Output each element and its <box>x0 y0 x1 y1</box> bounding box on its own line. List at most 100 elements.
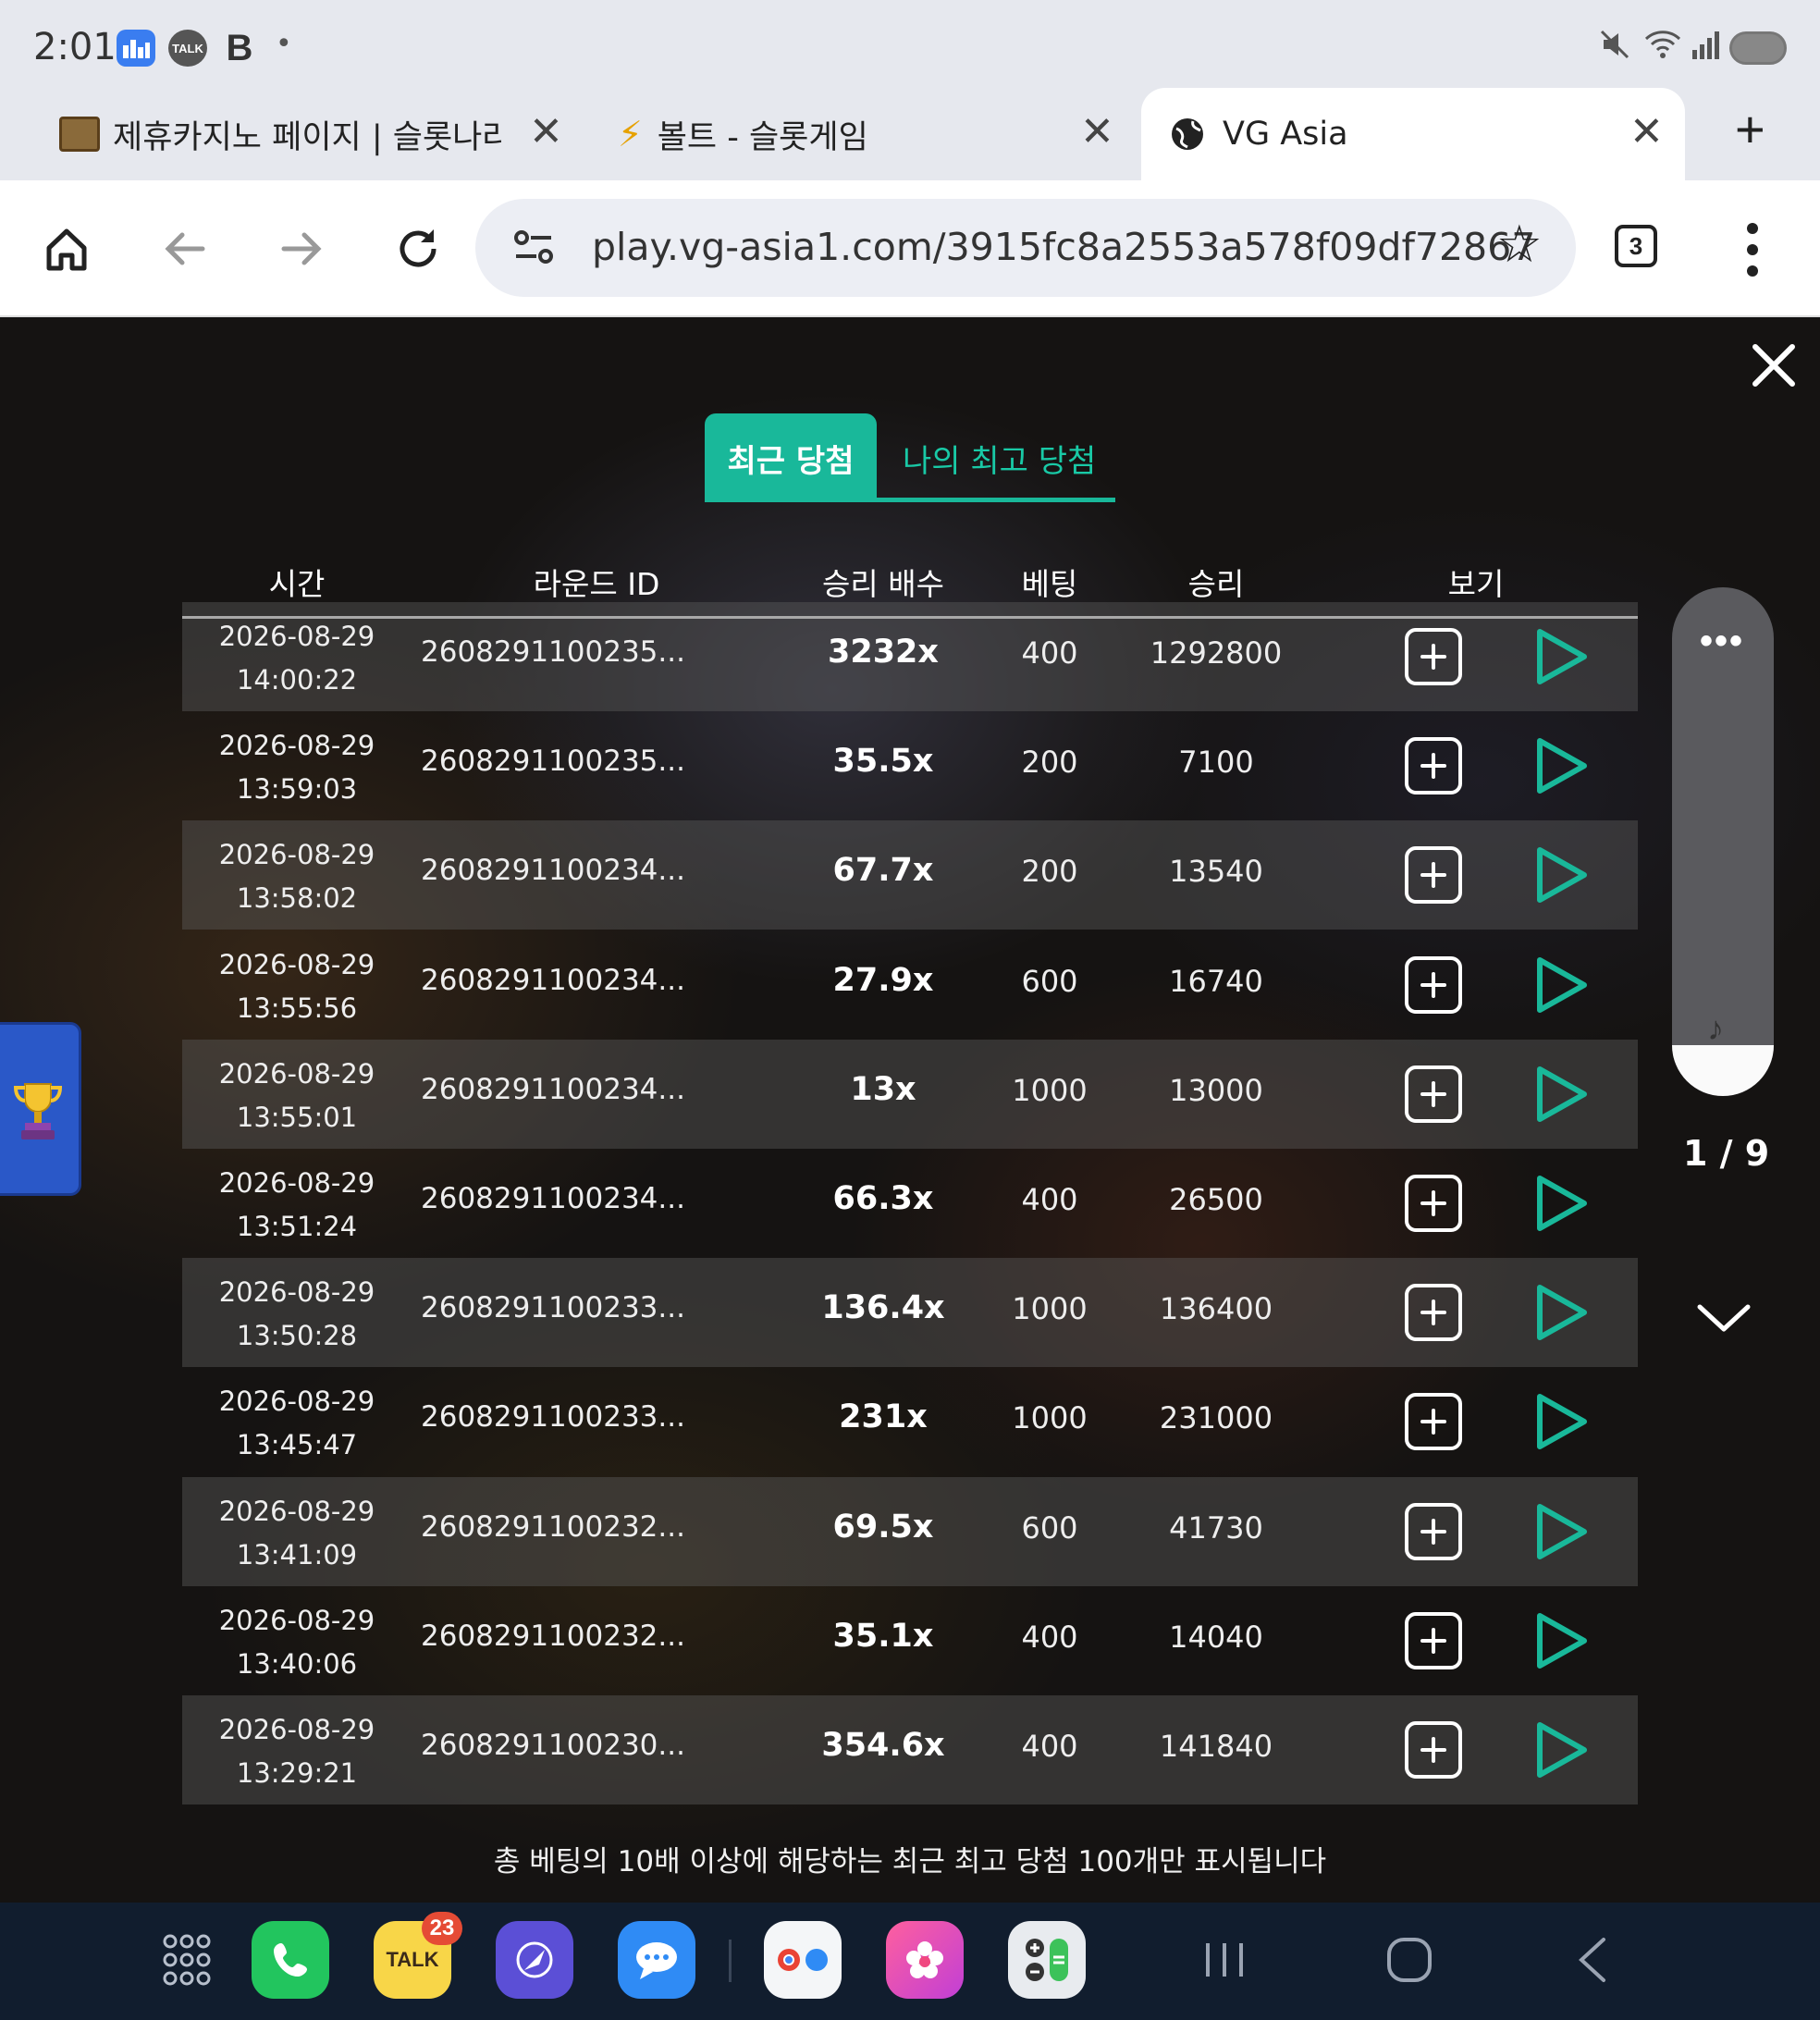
add-detail-icon[interactable] <box>1405 956 1462 1014</box>
cell-multiplier: 354.6x <box>821 1727 945 1764</box>
music-note-icon[interactable]: ♪ <box>1707 1009 1724 1048</box>
cell-date-line: 2026-08-29 <box>218 1276 375 1308</box>
add-detail-icon[interactable] <box>1405 1503 1462 1560</box>
more-notifications-dot: • <box>276 28 292 60</box>
back-button-icon[interactable] <box>1567 1930 1622 1989</box>
browser-tab-vg-asia[interactable]: VG Asia ✕ <box>1141 88 1685 180</box>
header-round-id: 라운드 ID <box>533 566 660 602</box>
app-drawer-icon[interactable] <box>163 1934 211 1986</box>
messages-app-icon[interactable] <box>618 1921 695 1999</box>
address-bar[interactable]: play.vg-asia1.com/3915fc8a2553a578f09df7… <box>475 199 1576 297</box>
chevron-down-icon[interactable] <box>1694 1299 1753 1336</box>
chrome-multitask-icon[interactable] <box>764 1921 842 1999</box>
close-tab-icon[interactable]: ✕ <box>529 108 563 155</box>
cell-date-line: 2026-08-29 <box>218 1386 375 1417</box>
slot-machine-icon <box>59 117 100 152</box>
browser-app-icon[interactable] <box>496 1921 573 1999</box>
tab-recent-wins[interactable]: 최근 당첨 <box>705 413 877 502</box>
close-tab-icon[interactable]: ✕ <box>1080 108 1114 155</box>
play-replay-icon[interactable] <box>1532 1282 1590 1343</box>
tab-count: 3 <box>1629 231 1643 260</box>
trophy-side-button[interactable] <box>0 1022 81 1196</box>
play-replay-icon[interactable] <box>1532 844 1590 905</box>
play-replay-icon[interactable] <box>1532 735 1590 796</box>
b-app-icon: B <box>220 28 259 68</box>
cell-time-line: 14:00:22 <box>236 664 358 696</box>
cell-multiplier: 3232x <box>828 634 939 671</box>
dock-separator <box>729 1940 732 1982</box>
cell-time-line: 13:45:47 <box>236 1429 358 1460</box>
home-icon[interactable] <box>33 216 100 282</box>
phone-app-icon[interactable] <box>252 1921 329 1999</box>
side-scroll-panel[interactable]: ••• ♪ <box>1672 587 1774 1096</box>
header-bet: 베팅 <box>1021 566 1078 602</box>
play-replay-icon[interactable] <box>1532 1391 1590 1452</box>
cell-date-line: 2026-08-29 <box>218 730 375 761</box>
browser-tab-bolt[interactable]: ⚡ 볼트 - 슬롯게임 ✕ <box>618 88 1117 180</box>
add-detail-icon[interactable] <box>1405 1612 1462 1669</box>
browser-toolbar: play.vg-asia1.com/3915fc8a2553a578f09df7… <box>0 180 1820 317</box>
cell-win: 136400 <box>1159 1291 1273 1326</box>
cell-date-line: 2026-08-29 <box>218 1714 375 1745</box>
play-replay-icon[interactable] <box>1532 1064 1590 1125</box>
mute-icon <box>1598 28 1631 68</box>
close-icon[interactable] <box>1744 336 1803 395</box>
calculator-app-icon[interactable] <box>1008 1921 1086 1999</box>
cell-win: 16740 <box>1169 964 1263 999</box>
table-row: 2026-08-29 13:58:02 2608291100234... 67.7x 2… <box>182 820 1638 930</box>
cell-time: 2026-08-29 13:59:03 <box>219 724 375 811</box>
add-detail-icon[interactable] <box>1405 846 1462 904</box>
tab-switcher-button[interactable]: 3 <box>1615 225 1657 267</box>
forward-arrow-icon[interactable] <box>268 216 335 282</box>
more-options-icon[interactable]: ••• <box>1700 621 1744 662</box>
browser-tab-slotnara[interactable]: 제휴카지노 페이지 | 슬롯나라 - ✕ <box>59 88 577 180</box>
play-replay-icon[interactable] <box>1532 1610 1590 1671</box>
cell-date-line: 2026-08-29 <box>218 1058 375 1090</box>
add-detail-icon[interactable] <box>1405 1175 1462 1232</box>
cell-round-id: 2608291100233... <box>421 1400 685 1434</box>
kakaotalk-label: TALK <box>386 1948 439 1971</box>
gallery-app-icon[interactable] <box>886 1921 964 1999</box>
add-detail-icon[interactable] <box>1405 737 1462 794</box>
cell-multiplier: 35.5x <box>832 743 934 780</box>
browser-menu-icon[interactable] <box>1739 217 1766 282</box>
kakaotalk-notification-icon: TALK <box>168 30 207 67</box>
cell-time-line: 13:29:21 <box>236 1757 358 1789</box>
play-replay-icon[interactable] <box>1532 1501 1590 1562</box>
cell-multiplier: 27.9x <box>832 962 934 999</box>
home-button-icon[interactable] <box>1382 1930 1437 1989</box>
cell-date-line: 2026-08-29 <box>218 1496 375 1527</box>
game-viewport: 최근 당첨 나의 최고 당첨 시간 라운드 ID 승리 배수 베팅 승리 보기 … <box>0 319 1820 1903</box>
win-history-table: 2026-08-29 14:00:22 2608291100235... 3232x 4… <box>182 602 1638 1804</box>
city-app-icon <box>117 30 155 67</box>
new-tab-icon[interactable]: + <box>1735 99 1765 159</box>
recent-apps-icon[interactable] <box>1197 1930 1252 1989</box>
table-row: 2026-08-29 13:50:28 2608291100233... 136.4x… <box>182 1258 1638 1367</box>
cell-round-id: 2608291100230... <box>421 1729 685 1762</box>
play-replay-icon[interactable] <box>1532 1173 1590 1234</box>
add-detail-icon[interactable] <box>1405 1065 1462 1123</box>
add-detail-icon[interactable] <box>1405 1284 1462 1341</box>
add-detail-icon[interactable] <box>1405 1721 1462 1779</box>
add-detail-icon[interactable] <box>1405 628 1462 685</box>
play-replay-icon[interactable] <box>1532 1719 1590 1780</box>
back-arrow-icon[interactable] <box>152 216 218 282</box>
notice-text: 총 베팅의 10배 이상에 해당하는 최근 최고 당첨 100개만 표시됩니다 <box>493 1845 1327 1878</box>
url-text[interactable]: play.vg-asia1.com/3915fc8a2553a578f09df7… <box>592 225 1535 269</box>
tab-my-best-wins[interactable]: 나의 최고 당첨 <box>903 413 1096 502</box>
site-settings-icon[interactable] <box>509 221 560 273</box>
add-detail-icon[interactable] <box>1405 1393 1462 1450</box>
cell-multiplier: 67.7x <box>832 852 934 889</box>
close-tab-icon[interactable]: ✕ <box>1629 108 1664 155</box>
bolt-icon: ⚡ <box>618 114 643 154</box>
cell-multiplier: 66.3x <box>832 1180 934 1217</box>
table-row: 2026-08-29 13:55:56 2608291100234... 27.9x 6… <box>182 930 1638 1040</box>
battery-icon <box>1729 31 1787 65</box>
play-replay-icon[interactable] <box>1532 626 1590 687</box>
cell-time: 2026-08-29 13:51:24 <box>219 1162 375 1249</box>
cell-time: 2026-08-29 13:50:28 <box>219 1271 375 1358</box>
reload-icon[interactable] <box>385 216 451 282</box>
play-replay-icon[interactable] <box>1532 955 1590 1016</box>
cell-bet: 600 <box>1021 1510 1078 1546</box>
bookmark-star-icon[interactable]: ☆ <box>1496 214 1543 275</box>
